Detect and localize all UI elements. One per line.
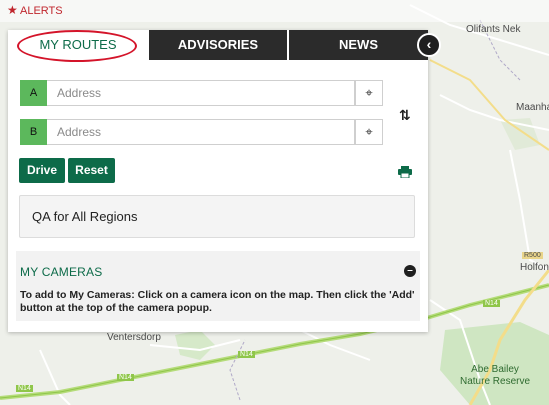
star-icon: ★ (7, 3, 18, 17)
address-row-a: A ⌖ (20, 80, 383, 106)
address-badge-b: B (20, 119, 47, 145)
map-place-label: Maanhaa (516, 102, 549, 113)
tab-news[interactable]: NEWS (289, 30, 428, 60)
drive-button[interactable]: Drive (19, 158, 65, 183)
reset-button[interactable]: Reset (68, 158, 115, 183)
chevron-left-icon[interactable]: ‹ (417, 33, 441, 57)
crosshair-icon[interactable]: ⌖ (355, 80, 383, 106)
map-road-shield: R500 (522, 252, 543, 259)
map-reserve-line: Abe Bailey (471, 364, 519, 375)
map-reserve-line: Nature Reserve (460, 376, 531, 387)
address-input-a[interactable] (47, 80, 355, 106)
minus-circle-icon[interactable]: – (404, 265, 416, 277)
address-badge-a: A (20, 80, 47, 106)
alerts-label[interactable]: ALERTS (20, 5, 63, 17)
swap-arrows-icon[interactable]: ⇅ (399, 107, 411, 124)
map-place-label: Olifants Nek (466, 24, 521, 35)
map-place-label: Ventersdorp (107, 332, 161, 343)
alerts-bar[interactable]: ★ ALERTS (0, 0, 549, 22)
map-road-shield: N14 (117, 374, 134, 381)
crosshair-icon[interactable]: ⌖ (355, 119, 383, 145)
map-road-shield: N14 (483, 300, 500, 307)
map-reserve-label: Abe Bailey Nature Reserve (460, 364, 530, 388)
print-icon[interactable] (398, 166, 412, 178)
my-cameras-title: MY CAMERAS (20, 265, 103, 279)
my-cameras-section: MY CAMERAS – To add to My Cameras: Click… (16, 251, 420, 321)
address-row-b: B ⌖ (20, 119, 383, 145)
tab-my-routes[interactable]: MY ROUTES (8, 30, 148, 60)
map-road-shield: N14 (238, 351, 255, 358)
region-selector[interactable]: QA for All Regions (19, 195, 415, 238)
tab-advisories[interactable]: ADVISORIES (149, 30, 287, 60)
map-road-shield: N14 (16, 385, 33, 392)
address-input-b[interactable] (47, 119, 355, 145)
my-cameras-instructions: To add to My Cameras: Click on a camera … (20, 289, 415, 314)
map-place-label: Holfon (520, 262, 549, 273)
panel-tabs: MY ROUTES ADVISORIES NEWS (8, 30, 428, 60)
